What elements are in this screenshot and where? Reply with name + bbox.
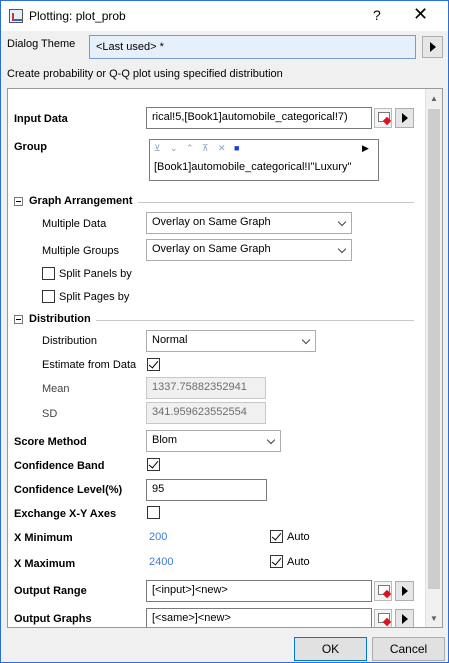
close-button[interactable]: ✕ <box>413 4 428 25</box>
chevron-down-icon <box>301 335 311 345</box>
group-menu-arrow-icon[interactable]: ▶ <box>362 143 369 154</box>
x-maximum-auto-label: Auto <box>287 556 310 568</box>
range-picker-icon[interactable] <box>374 108 392 128</box>
play-arrow-icon <box>401 113 408 123</box>
theme-menu-button[interactable] <box>422 36 443 58</box>
title-bar: Plotting: plot_prob ? ✕ <box>1 1 448 31</box>
ok-button[interactable]: OK <box>294 637 367 661</box>
input-data-menu-button[interactable] <box>395 108 414 128</box>
split-panels-label: Split Panels by <box>59 268 132 280</box>
split-panels-checkbox[interactable] <box>42 267 55 280</box>
help-button[interactable]: ? <box>373 7 381 23</box>
x-minimum-label: X Minimum <box>14 532 73 544</box>
chevron-down-icon <box>266 435 276 445</box>
sd-label: SD <box>42 408 58 420</box>
play-arrow-icon <box>401 614 408 624</box>
section-divider <box>96 320 414 321</box>
settings-panel: Input Data rical!5,[Book1]automobile_cat… <box>7 88 443 628</box>
split-pages-checkbox[interactable] <box>42 290 55 303</box>
dialog-description: Create probability or Q-Q plot using spe… <box>7 68 283 80</box>
play-arrow-icon <box>401 586 408 596</box>
scrollbar-thumb[interactable] <box>428 109 440 589</box>
mean-label: Mean <box>42 383 70 395</box>
output-range-menu-button[interactable] <box>395 581 414 601</box>
range-picker-icon[interactable] <box>374 609 392 627</box>
mean-field: 1337.75882352941 <box>146 377 266 399</box>
select-icon[interactable]: ■ <box>234 143 239 153</box>
multiple-groups-label: Multiple Groups <box>42 245 120 257</box>
chevron-down-icon <box>337 244 347 254</box>
input-data-field[interactable]: rical!5,[Book1]automobile_categorical!7) <box>146 107 372 129</box>
x-maximum-auto-checkbox[interactable] <box>270 555 283 568</box>
output-range-label: Output Range <box>14 585 87 597</box>
output-range-field[interactable]: [<input>]<new> <box>146 580 372 602</box>
group-list[interactable]: ⊻ ⌄ ⌃ ⊼ ✕ ■ ▶ [Book1]automobile_categori… <box>149 139 379 181</box>
graph-arrangement-header: Graph Arrangement <box>29 195 133 207</box>
app-icon <box>9 9 23 23</box>
x-minimum-auto-checkbox[interactable] <box>270 530 283 543</box>
play-arrow-icon <box>429 42 436 52</box>
output-graphs-label: Output Graphs <box>14 613 92 625</box>
section-divider <box>138 202 414 203</box>
estimate-checkbox[interactable] <box>147 358 160 371</box>
output-graphs-field[interactable]: [<same>]<new> <box>146 608 372 627</box>
exchange-axes-label: Exchange X-Y Axes <box>14 508 117 520</box>
input-data-label: Input Data <box>14 113 68 125</box>
move-bottom-icon[interactable]: ⊻ <box>154 143 161 154</box>
multiple-groups-select[interactable]: Overlay on Same Graph <box>146 239 352 261</box>
x-minimum-auto-label: Auto <box>287 531 310 543</box>
collapse-icon[interactable] <box>14 315 23 324</box>
score-method-label: Score Method <box>14 436 87 448</box>
scroll-up-icon[interactable]: ▲ <box>430 94 438 103</box>
remove-icon[interactable]: ✕ <box>218 143 226 154</box>
confidence-band-checkbox[interactable] <box>147 458 160 471</box>
distribution-select[interactable]: Normal <box>146 330 316 352</box>
group-label: Group <box>14 141 47 153</box>
multiple-data-select[interactable]: Overlay on Same Graph <box>146 212 352 234</box>
distribution-value: Normal <box>152 334 188 346</box>
x-maximum-label: X Maximum <box>14 558 76 570</box>
move-up-icon[interactable]: ⌃ <box>186 143 194 154</box>
exchange-axes-checkbox[interactable] <box>147 506 160 519</box>
split-pages-label: Split Pages by <box>59 291 130 303</box>
x-maximum-value[interactable]: 2400 <box>149 556 173 568</box>
distribution-header: Distribution <box>29 313 91 325</box>
group-item[interactable]: [Book1]automobile_categorical!I"Luxury" <box>154 161 351 173</box>
estimate-label: Estimate from Data <box>42 359 137 371</box>
distribution-label: Distribution <box>42 335 98 347</box>
score-method-value: Blom <box>152 434 178 446</box>
output-graphs-menu-button[interactable] <box>395 609 414 627</box>
theme-label: Dialog Theme <box>7 38 76 50</box>
theme-select[interactable]: <Last used> * <box>89 35 416 59</box>
collapse-icon[interactable] <box>14 197 23 206</box>
move-down-icon[interactable]: ⌄ <box>170 143 178 154</box>
score-method-select[interactable]: Blom <box>146 430 281 452</box>
dialog-window: Plotting: plot_prob ? ✕ Dialog Theme <La… <box>0 0 449 663</box>
confidence-band-label: Confidence Band <box>14 460 105 472</box>
scroll-down-icon[interactable]: ▼ <box>430 614 438 623</box>
chevron-down-icon <box>337 217 347 227</box>
multiple-data-value: Overlay on Same Graph <box>152 216 271 228</box>
x-minimum-value[interactable]: 200 <box>149 531 167 543</box>
confidence-level-label: Confidence Level(%) <box>14 484 123 496</box>
confidence-level-field[interactable]: 95 <box>146 479 267 501</box>
sd-field: 341.959623552554 <box>146 402 266 424</box>
cancel-button[interactable]: Cancel <box>372 637 445 661</box>
range-picker-icon[interactable] <box>374 581 392 601</box>
multiple-groups-value: Overlay on Same Graph <box>152 243 271 255</box>
window-title: Plotting: plot_prob <box>29 9 126 23</box>
move-top-icon[interactable]: ⊼ <box>202 143 209 154</box>
multiple-data-label: Multiple Data <box>42 218 107 230</box>
vertical-scrollbar[interactable]: ▲ ▼ <box>425 89 442 627</box>
